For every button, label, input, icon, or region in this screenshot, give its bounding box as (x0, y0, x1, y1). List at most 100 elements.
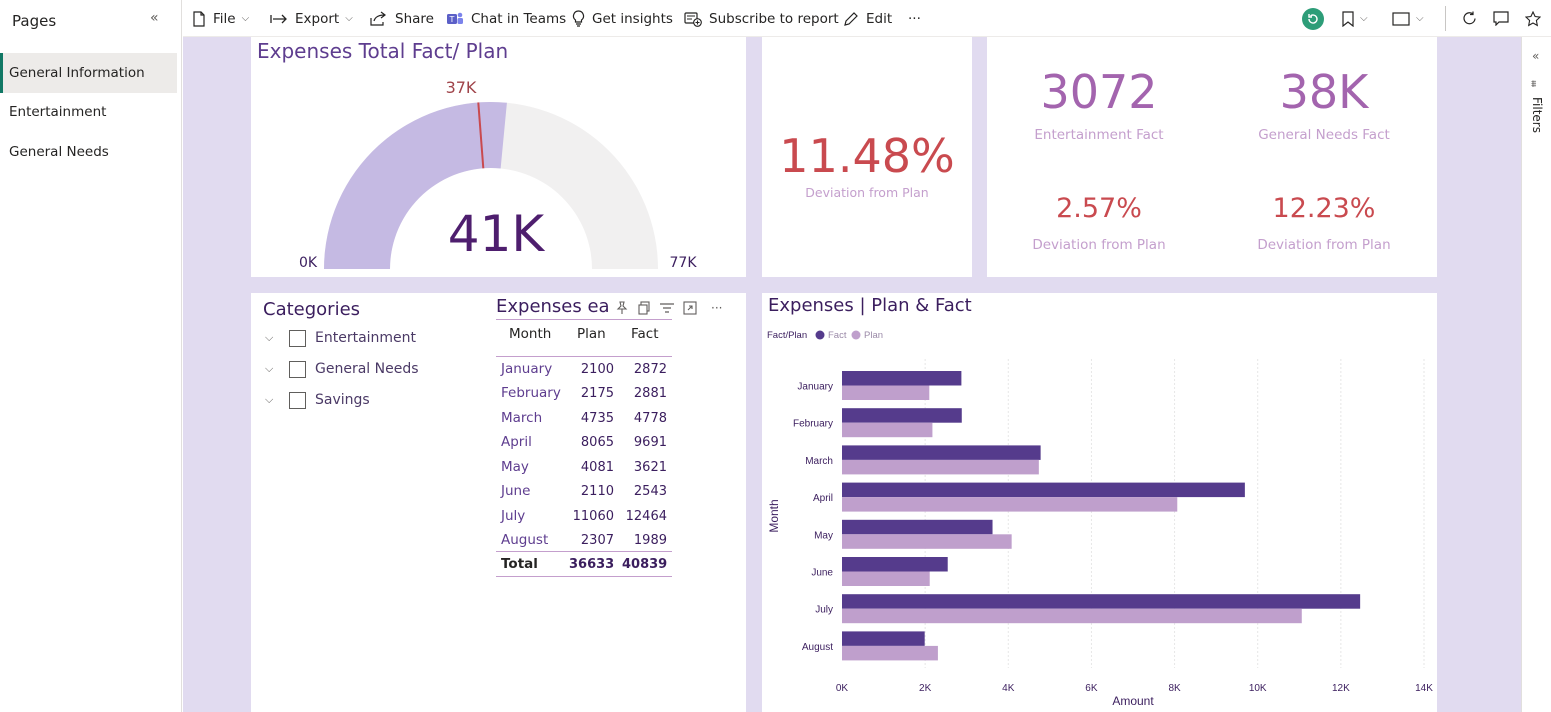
bar-plan-may[interactable] (842, 534, 1012, 549)
chevron-down-icon[interactable]: ⌵ (265, 362, 289, 376)
checkbox[interactable] (289, 391, 306, 409)
total-deviation-label: Deviation from Plan (805, 185, 929, 200)
y-tick-label: January (797, 382, 833, 393)
cell-plan: 2307 (580, 533, 614, 548)
categories-table-card: Categories ⌵ Entertainment ⌵ General Nee… (251, 293, 746, 712)
bar-chart: January February March April May June July Augu… (767, 330, 1433, 708)
legend-label-fact[interactable]: Fact (828, 330, 847, 341)
table-header-line (496, 356, 672, 357)
subscribe-button[interactable]: Subscribe to report (684, 0, 839, 37)
gauge-target-label: 37K (445, 78, 477, 97)
pin-icon[interactable] (615, 301, 629, 315)
bar-plan-march[interactable] (842, 459, 1039, 475)
legend-marker-fact[interactable] (815, 330, 825, 340)
chevron-down-icon: ⌵ (1416, 13, 1424, 24)
refresh-icon (1463, 11, 1476, 25)
page-item-entertainment[interactable]: Entertainment (0, 92, 177, 132)
bookmark-button[interactable]: ⌵ (1342, 0, 1368, 37)
favorite-button[interactable] (1525, 0, 1541, 37)
x-tick-label: 6K (1085, 683, 1098, 694)
report-canvas: Expenses Total Fact/ Plan 37K 41K 0K 77K… (183, 37, 1521, 712)
gauge-value-label: 41K (447, 205, 545, 263)
x-tick-label: 0K (836, 683, 849, 694)
filters-pane-label[interactable]: Filters (1530, 97, 1544, 133)
entertainment-fact-label: Entertainment Fact (1034, 127, 1164, 143)
page-item-general-needs[interactable]: General Needs (0, 132, 177, 172)
chevron-down-icon: ⌵ (345, 13, 353, 24)
share-button[interactable]: Share (370, 0, 434, 37)
checkbox[interactable] (289, 360, 306, 378)
entertainment-fact-value: 3072 (1040, 65, 1158, 119)
x-tick-label: 14K (1415, 683, 1433, 694)
y-axis-title: Month (767, 499, 781, 532)
reset-button[interactable] (1301, 0, 1325, 37)
cell-fact: 3621 (633, 460, 667, 475)
file-menu-button[interactable]: File ⌵ (192, 0, 249, 37)
chat-in-teams-button[interactable]: T Chat in Teams (446, 0, 566, 37)
bar-chart-card[interactable]: Expenses | Plan & Fact January February Ma… (762, 293, 1437, 712)
comment-icon (1493, 11, 1509, 26)
page-item-general-information[interactable]: General Information (0, 53, 177, 93)
bar-plan-april[interactable] (842, 497, 1178, 512)
cell-month: June (501, 483, 531, 499)
total-deviation-card[interactable]: 11.48% Deviation from Plan (762, 37, 972, 277)
bar-plan-january[interactable] (842, 385, 930, 401)
subscribe-label: Subscribe to report (709, 10, 839, 27)
column-header-plan[interactable]: Plan (577, 326, 606, 342)
category-entertainment[interactable]: ⌵ Entertainment (265, 327, 416, 349)
file-label: File (213, 10, 236, 27)
more-options-icon[interactable]: ··· (711, 301, 722, 315)
get-insights-button[interactable]: Get insights (572, 0, 673, 37)
category-kpi-card[interactable]: 3072 Entertainment Fact 38K General Need… (987, 37, 1437, 277)
bar-plan-august[interactable] (842, 645, 938, 661)
more-options-button[interactable]: ··· (908, 0, 921, 37)
pencil-icon (844, 11, 858, 26)
pages-pane: Pages « General Information Entertainmen… (0, 0, 182, 712)
category-savings[interactable]: ⌵ Savings (265, 389, 370, 411)
gauge-card[interactable]: Expenses Total Fact/ Plan 37K 41K 0K 77K (251, 37, 746, 277)
bar-fact-march[interactable] (842, 445, 1041, 460)
chevron-down-icon: ⌵ (1360, 13, 1368, 24)
bar-fact-january[interactable] (842, 371, 962, 386)
legend-title: Fact/Plan (767, 330, 807, 341)
legend-label-plan[interactable]: Plan (864, 330, 883, 341)
cell-fact: 2543 (633, 484, 667, 499)
column-header-month[interactable]: Month (509, 326, 551, 342)
comments-button[interactable] (1493, 0, 1509, 37)
focus-mode-icon[interactable] (683, 301, 697, 315)
copy-icon[interactable] (637, 301, 651, 315)
bar-plan-july[interactable] (842, 608, 1302, 624)
bar-fact-june[interactable] (842, 557, 948, 572)
collapse-pages-icon[interactable]: « (150, 10, 159, 26)
x-tick-label: 10K (1249, 683, 1267, 694)
bar-plan-february[interactable] (842, 422, 933, 438)
bar-fact-april[interactable] (842, 482, 1245, 498)
column-header-fact[interactable]: Fact (631, 326, 659, 342)
legend-marker-plan[interactable] (851, 330, 861, 340)
bar-fact-february[interactable] (842, 408, 962, 423)
refresh-button[interactable] (1462, 0, 1477, 37)
share-label: Share (395, 10, 434, 27)
category-general-needs[interactable]: ⌵ General Needs (265, 358, 419, 380)
bar-plan-june[interactable] (842, 571, 930, 587)
cell-month: August (501, 532, 549, 548)
x-tick-label: 2K (919, 683, 932, 694)
filters-pane: « ⩩ Filters (1521, 37, 1551, 712)
toolbar-divider (1445, 6, 1446, 31)
bar-fact-may[interactable] (842, 519, 993, 535)
cell-month: January (501, 361, 553, 377)
view-button[interactable]: ⌵ (1392, 0, 1424, 37)
export-menu-button[interactable]: Export ⌵ (270, 0, 353, 37)
edit-button[interactable]: Edit (843, 0, 892, 37)
bar-fact-august[interactable] (842, 631, 925, 646)
checkbox[interactable] (289, 329, 306, 347)
expand-filters-icon[interactable]: « (1532, 49, 1539, 63)
bar-fact-july[interactable] (842, 594, 1361, 609)
action-bar: File ⌵ Export ⌵ Share T Chat in Teams Get … (183, 0, 1551, 37)
filter-icon[interactable] (659, 301, 675, 315)
filter-icon: ⩩ (1531, 79, 1537, 90)
chevron-down-icon[interactable]: ⌵ (265, 393, 289, 407)
file-icon (193, 10, 205, 27)
chevron-down-icon[interactable]: ⌵ (265, 331, 289, 345)
visual-header-icons: ··· (615, 301, 722, 315)
